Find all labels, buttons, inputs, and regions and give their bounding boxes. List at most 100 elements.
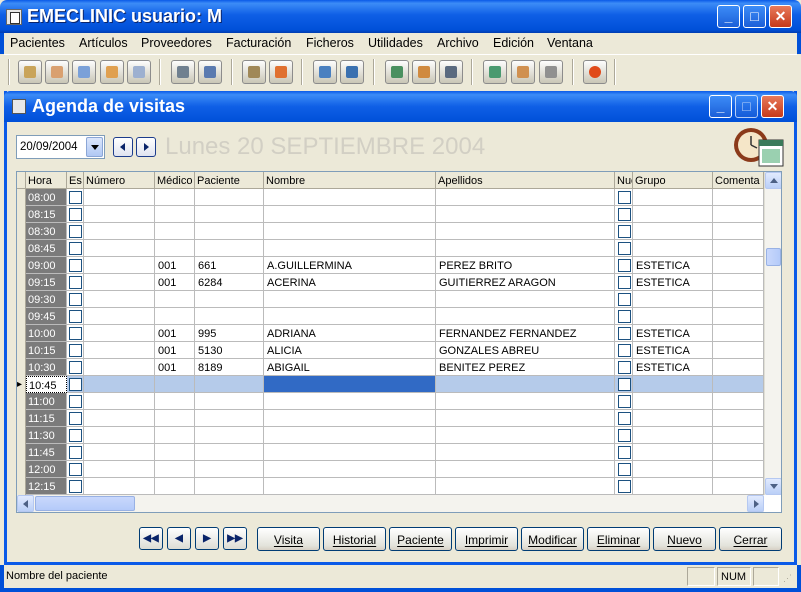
comentario-cell[interactable] (713, 291, 764, 308)
grupo-cell[interactable] (633, 427, 713, 444)
checkbox[interactable] (618, 259, 631, 272)
comentario-cell[interactable] (713, 410, 764, 427)
grupo-cell[interactable]: ESTETICA (633, 257, 713, 274)
column-header-nombre[interactable]: Nombre (264, 172, 436, 189)
date-picker[interactable]: 20/09/2004 (16, 135, 105, 159)
nombre-cell[interactable] (264, 427, 436, 444)
numero-cell[interactable] (84, 444, 155, 461)
numero-cell[interactable] (84, 274, 155, 291)
column-header-hora[interactable]: Hora (26, 172, 67, 189)
numero-cell[interactable] (84, 189, 155, 206)
hour-cell[interactable]: 11:00 (26, 393, 67, 410)
nuevo-checkbox[interactable] (615, 393, 633, 410)
nuevo-checkbox[interactable] (615, 308, 633, 325)
nombre-cell[interactable] (264, 240, 436, 257)
paciente-cell[interactable] (195, 410, 264, 427)
modificar-button[interactable]: Modificar (521, 527, 584, 551)
comentario-cell[interactable] (713, 444, 764, 461)
numero-cell[interactable] (84, 427, 155, 444)
menu-edicion[interactable]: Edición (493, 36, 534, 50)
column-header-grupo[interactable]: Grupo (633, 172, 713, 189)
apellidos-cell[interactable] (436, 444, 615, 461)
grupo-cell[interactable] (633, 240, 713, 257)
column-header-estado[interactable]: Es (67, 172, 84, 189)
row-selector[interactable] (17, 308, 26, 325)
row-selector[interactable] (17, 393, 26, 410)
hour-cell[interactable]: 08:30 (26, 223, 67, 240)
table-row[interactable]: 08:15 (26, 206, 764, 223)
maximize-button[interactable]: □ (743, 5, 766, 28)
row-selector[interactable] (17, 257, 26, 274)
paciente-cell[interactable] (195, 427, 264, 444)
estado-checkbox[interactable] (67, 257, 84, 274)
medico-cell[interactable] (155, 461, 195, 478)
checkbox[interactable] (69, 446, 82, 459)
hour-cell[interactable]: 08:00 (26, 189, 67, 206)
nuevo-checkbox[interactable] (615, 376, 633, 393)
nombre-cell[interactable] (264, 308, 436, 325)
table-row[interactable]: 11:00 (26, 393, 764, 410)
nuevo-checkbox[interactable] (615, 359, 633, 376)
medico-cell[interactable]: 001 (155, 257, 195, 274)
medico-cell[interactable] (155, 376, 195, 393)
table-row[interactable]: 09:45 (26, 308, 764, 325)
nombre-cell[interactable] (264, 461, 436, 478)
last-record-button[interactable]: ▶▶ (223, 527, 247, 550)
nombre-cell[interactable]: A.GUILLERMINA (264, 257, 436, 274)
cerrar-button[interactable]: Cerrar (719, 527, 782, 551)
hour-cell[interactable]: 09:00 (26, 257, 67, 274)
resize-grip-icon[interactable]: ⋰ (783, 573, 792, 584)
column-header-apellidos[interactable]: Apellidos (436, 172, 615, 189)
numero-cell[interactable] (84, 461, 155, 478)
paciente-cell[interactable]: 6284 (195, 274, 264, 291)
apellidos-cell[interactable]: GUITIERREZ ARAGON (436, 274, 615, 291)
estado-checkbox[interactable] (67, 223, 84, 240)
paciente-cell[interactable]: 8189 (195, 359, 264, 376)
grupo-cell[interactable] (633, 308, 713, 325)
medico-cell[interactable] (155, 444, 195, 461)
numero-cell[interactable] (84, 291, 155, 308)
comentario-cell[interactable] (713, 240, 764, 257)
table-row[interactable]: 11:15 (26, 410, 764, 427)
calendar-icon[interactable] (18, 60, 42, 84)
table-row[interactable]: 12:00 (26, 461, 764, 478)
grupo-cell[interactable] (633, 291, 713, 308)
paciente-cell[interactable] (195, 478, 264, 495)
globe-edit-icon[interactable] (340, 60, 364, 84)
comentario-cell[interactable] (713, 461, 764, 478)
nuevo-checkbox[interactable] (615, 342, 633, 359)
checkbox[interactable] (618, 446, 631, 459)
medico-cell[interactable] (155, 427, 195, 444)
checkbox[interactable] (618, 378, 631, 391)
nombre-cell[interactable]: ABIGAIL (264, 359, 436, 376)
comentario-cell[interactable] (713, 393, 764, 410)
paciente-cell[interactable] (195, 223, 264, 240)
scroll-up-button[interactable] (765, 172, 781, 189)
chevron-down-icon[interactable] (86, 137, 103, 157)
grupo-cell[interactable] (633, 444, 713, 461)
apellidos-cell[interactable] (436, 240, 615, 257)
table-row[interactable]: 11:30 (26, 427, 764, 444)
comentario-cell[interactable] (713, 325, 764, 342)
checkbox[interactable] (69, 344, 82, 357)
apellidos-cell[interactable] (436, 478, 615, 495)
numero-cell[interactable] (84, 223, 155, 240)
estado-checkbox[interactable] (67, 461, 84, 478)
checkbox[interactable] (618, 327, 631, 340)
next-day-button[interactable] (136, 137, 156, 157)
medico-cell[interactable]: 001 (155, 359, 195, 376)
nuevo-button[interactable]: Nuevo (653, 527, 716, 551)
numero-cell[interactable] (84, 376, 155, 393)
grupo-cell[interactable] (633, 478, 713, 495)
table-row[interactable]: 10:00 001 995 ADRIANA FERNANDEZ FERNANDEZ EST… (26, 325, 764, 342)
row-selector[interactable] (17, 223, 26, 240)
medico-cell[interactable] (155, 206, 195, 223)
box-icon[interactable] (242, 60, 266, 84)
paciente-cell[interactable] (195, 444, 264, 461)
hour-cell[interactable]: 10:15 (26, 342, 67, 359)
estado-checkbox[interactable] (67, 274, 84, 291)
menu-utilidades[interactable]: Utilidades (368, 36, 423, 50)
paciente-cell[interactable] (195, 189, 264, 206)
menu-articulos[interactable]: Artículos (79, 36, 128, 50)
table-row[interactable]: 08:45 (26, 240, 764, 257)
